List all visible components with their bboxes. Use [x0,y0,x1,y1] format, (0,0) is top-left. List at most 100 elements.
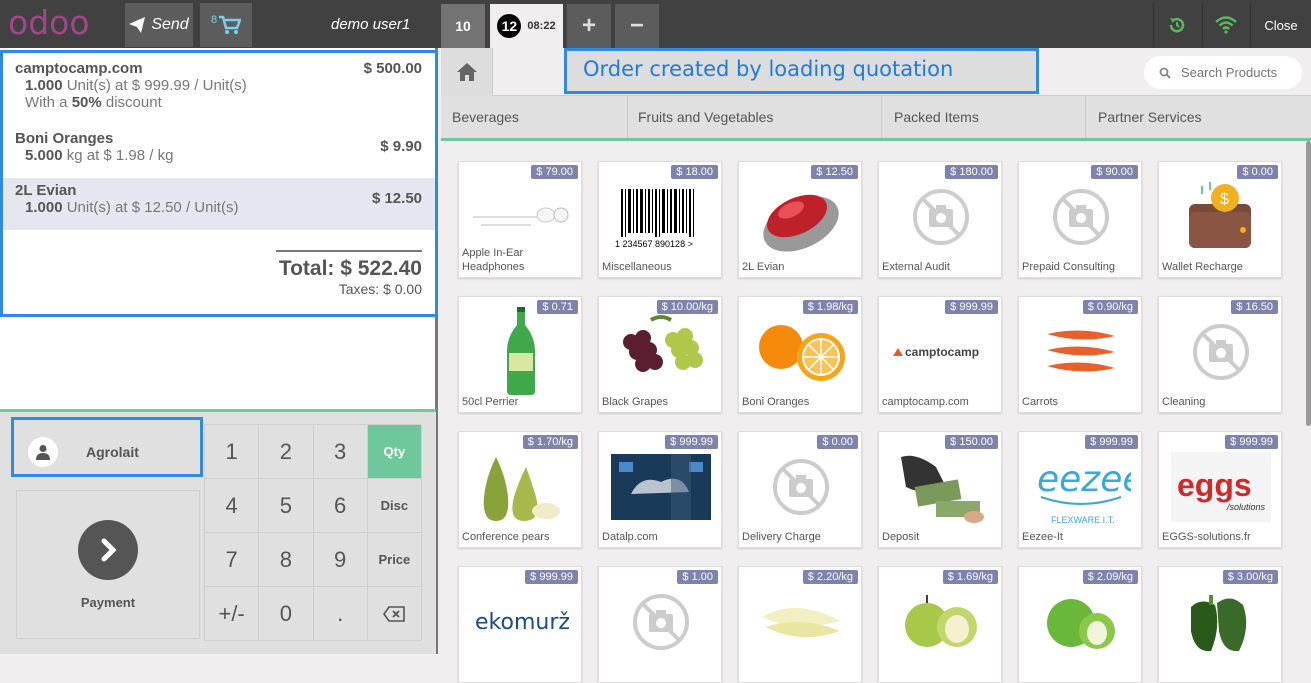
numpad-key-4[interactable]: 4 [205,479,260,533]
product-tile[interactable]: $ 16.50 Cleaning [1158,296,1282,413]
numpad-key-1[interactable]: 1 [205,425,260,479]
mode-qty-button[interactable]: Qty [367,425,422,479]
product-name: Cleaning [1162,396,1206,408]
product-tile[interactable]: $ 79.00 Apple In-Ear Headphones [458,161,582,278]
product-tile[interactable]: ekomurž $ 999.99 [458,566,582,683]
product-name: Boni Oranges [742,396,810,408]
price-tag: $ 2.20/kg [802,570,858,584]
cart-button[interactable]: 8 [200,3,252,47]
svg-text:FLEXWARE I.T.: FLEXWARE I.T. [1051,515,1115,525]
add-order-button[interactable]: + [567,4,611,48]
product-name: Prepaid Consulting [1022,261,1115,273]
remove-order-button[interactable]: − [615,4,659,48]
price-tag: $ 999.99 [1085,435,1138,449]
price-tag: $ 999.99 [665,435,718,449]
product-tile[interactable]: $ 10.00/kg Black Grapes [598,296,722,413]
mode-price-button[interactable]: Price [367,533,422,587]
category-packed-items[interactable]: Packed Items [882,96,1086,138]
product-tile[interactable]: $ 90.00 Prepaid Consulting [1018,161,1142,278]
svg-text:1 234567 890128 >: 1 234567 890128 > [615,239,693,249]
search-icon [1159,67,1171,79]
product-name: Eezee-It [1022,531,1063,543]
product-tile[interactable]: $ 1.00 [598,566,722,683]
svg-text:eezee: eezee [1037,459,1131,500]
product-tile[interactable]: 1 234567 890128 > $ 18.00 Miscellaneous [598,161,722,278]
price-tag: $ 16.50 [1231,300,1278,314]
price-tag: $ 12.50 [811,165,858,179]
sync-status[interactable] [1153,3,1199,47]
products-pane: Order created by loading quotation Bever… [441,48,1311,683]
product-name: Apple In-Ear Headphones [462,247,525,273]
svg-text:eggs: eggs [1177,467,1252,503]
payment-label: Payment [80,594,136,610]
product-tile[interactable]: $ 0.90/kg Carrots [1018,296,1142,413]
product-tile[interactable]: $ 2.09/kg [1018,566,1142,683]
send-button[interactable]: Send [125,3,193,47]
datalp-icon [609,452,713,522]
product-name: Deposit [882,531,920,543]
barcode-icon: 1 234567 890128 > [609,182,713,252]
numpad-key-5[interactable]: 5 [259,479,314,533]
product-tile[interactable]: camptocamp $ 999.99 camptocamp.com [878,296,1002,413]
camptocamp-logo-icon: camptocamp [889,317,993,387]
grapes-icon [609,315,713,387]
product-tile[interactable]: $ 180.00 External Audit [878,161,1002,278]
product-name: EGGS-solutions.fr [1162,531,1251,543]
proxy-status[interactable] [1202,3,1248,47]
product-tile[interactable]: $ 1.98/kg Boni Oranges [738,296,862,413]
product-tile[interactable]: eggs/solutions $ 999.99 EGGS-solutions.fr [1158,431,1282,548]
backspace-icon [383,605,406,622]
category-partner-services[interactable]: Partner Services [1086,96,1311,138]
svg-text:ekomurž: ekomurž [475,610,570,635]
price-tag: $ 999.99 [525,570,578,584]
no-image-icon [1169,317,1273,387]
product-tile[interactable]: $ 2.20/kg [738,566,862,683]
numpad-key-8[interactable]: 8 [259,533,314,587]
mouse-icon [749,182,853,252]
price-tag: $ 999.99 [945,300,998,314]
product-tile[interactable]: $ $ 0.00 Wallet Recharge [1158,161,1282,278]
product-tile[interactable]: $ 1.70/kg Conference pears [458,431,582,548]
price-tag: $ 0.71 [537,300,578,314]
breadcrumb-bar: Order created by loading quotation [441,48,1311,96]
product-tile[interactable]: $ 12.50 2L Evian [738,161,862,278]
price-tag: $ 1.00 [677,570,718,584]
product-tile[interactable]: $ 3.00/kg [1158,566,1282,683]
apples-icon [889,587,993,657]
endives-icon [749,587,853,657]
numpad-key-6[interactable]: 6 [313,479,368,533]
search-input[interactable] [1181,65,1301,80]
product-tile[interactable]: $ 1.69/kg [878,566,1002,683]
product-tile[interactable]: eezee FLEXWARE I.T. $ 999.99 Eezee-It [1018,431,1142,548]
mode-disc-button[interactable]: Disc [367,479,422,533]
home-button[interactable] [441,48,493,96]
price-tag: $ 0.00 [1237,165,1278,179]
product-tile[interactable]: $ 0.00 Delivery Charge [738,431,862,548]
numpad-key-dot[interactable]: . [313,587,368,641]
close-button[interactable]: Close [1250,3,1311,47]
product-name: 2L Evian [742,261,785,273]
category-fruits-vegetables[interactable]: Fruits and Vegetables [628,96,882,138]
product-tile[interactable]: $ 150.00 Deposit [878,431,1002,548]
highlight-box-order [0,50,438,317]
backspace-button[interactable] [367,587,422,641]
order-tab-12[interactable]: 12 08:22 [490,4,563,48]
odoo-logo: odoo [8,7,90,41]
price-tag: $ 0.90/kg [1082,300,1138,314]
payment-button[interactable]: Payment [16,490,200,639]
search-box[interactable] [1144,56,1302,89]
numpad-key-0[interactable]: 0 [259,587,314,641]
no-image-icon [749,452,853,522]
numpad-key-3[interactable]: 3 [313,425,368,479]
product-name: Conference pears [462,531,550,543]
product-tile[interactable]: $ 0.71 50cl Perrier [458,296,582,413]
svg-text:camptocamp: camptocamp [905,345,979,359]
order-tab-10[interactable]: 10 [441,4,485,48]
numpad-key-2[interactable]: 2 [259,425,314,479]
product-tile[interactable]: $ 999.99 Datalp.com [598,431,722,548]
scrollbar[interactable] [1306,141,1311,426]
numpad-key-9[interactable]: 9 [313,533,368,587]
category-beverages[interactable]: Beverages [441,96,628,138]
numpad-key-sign[interactable]: +/- [205,587,260,641]
numpad-key-7[interactable]: 7 [205,533,260,587]
